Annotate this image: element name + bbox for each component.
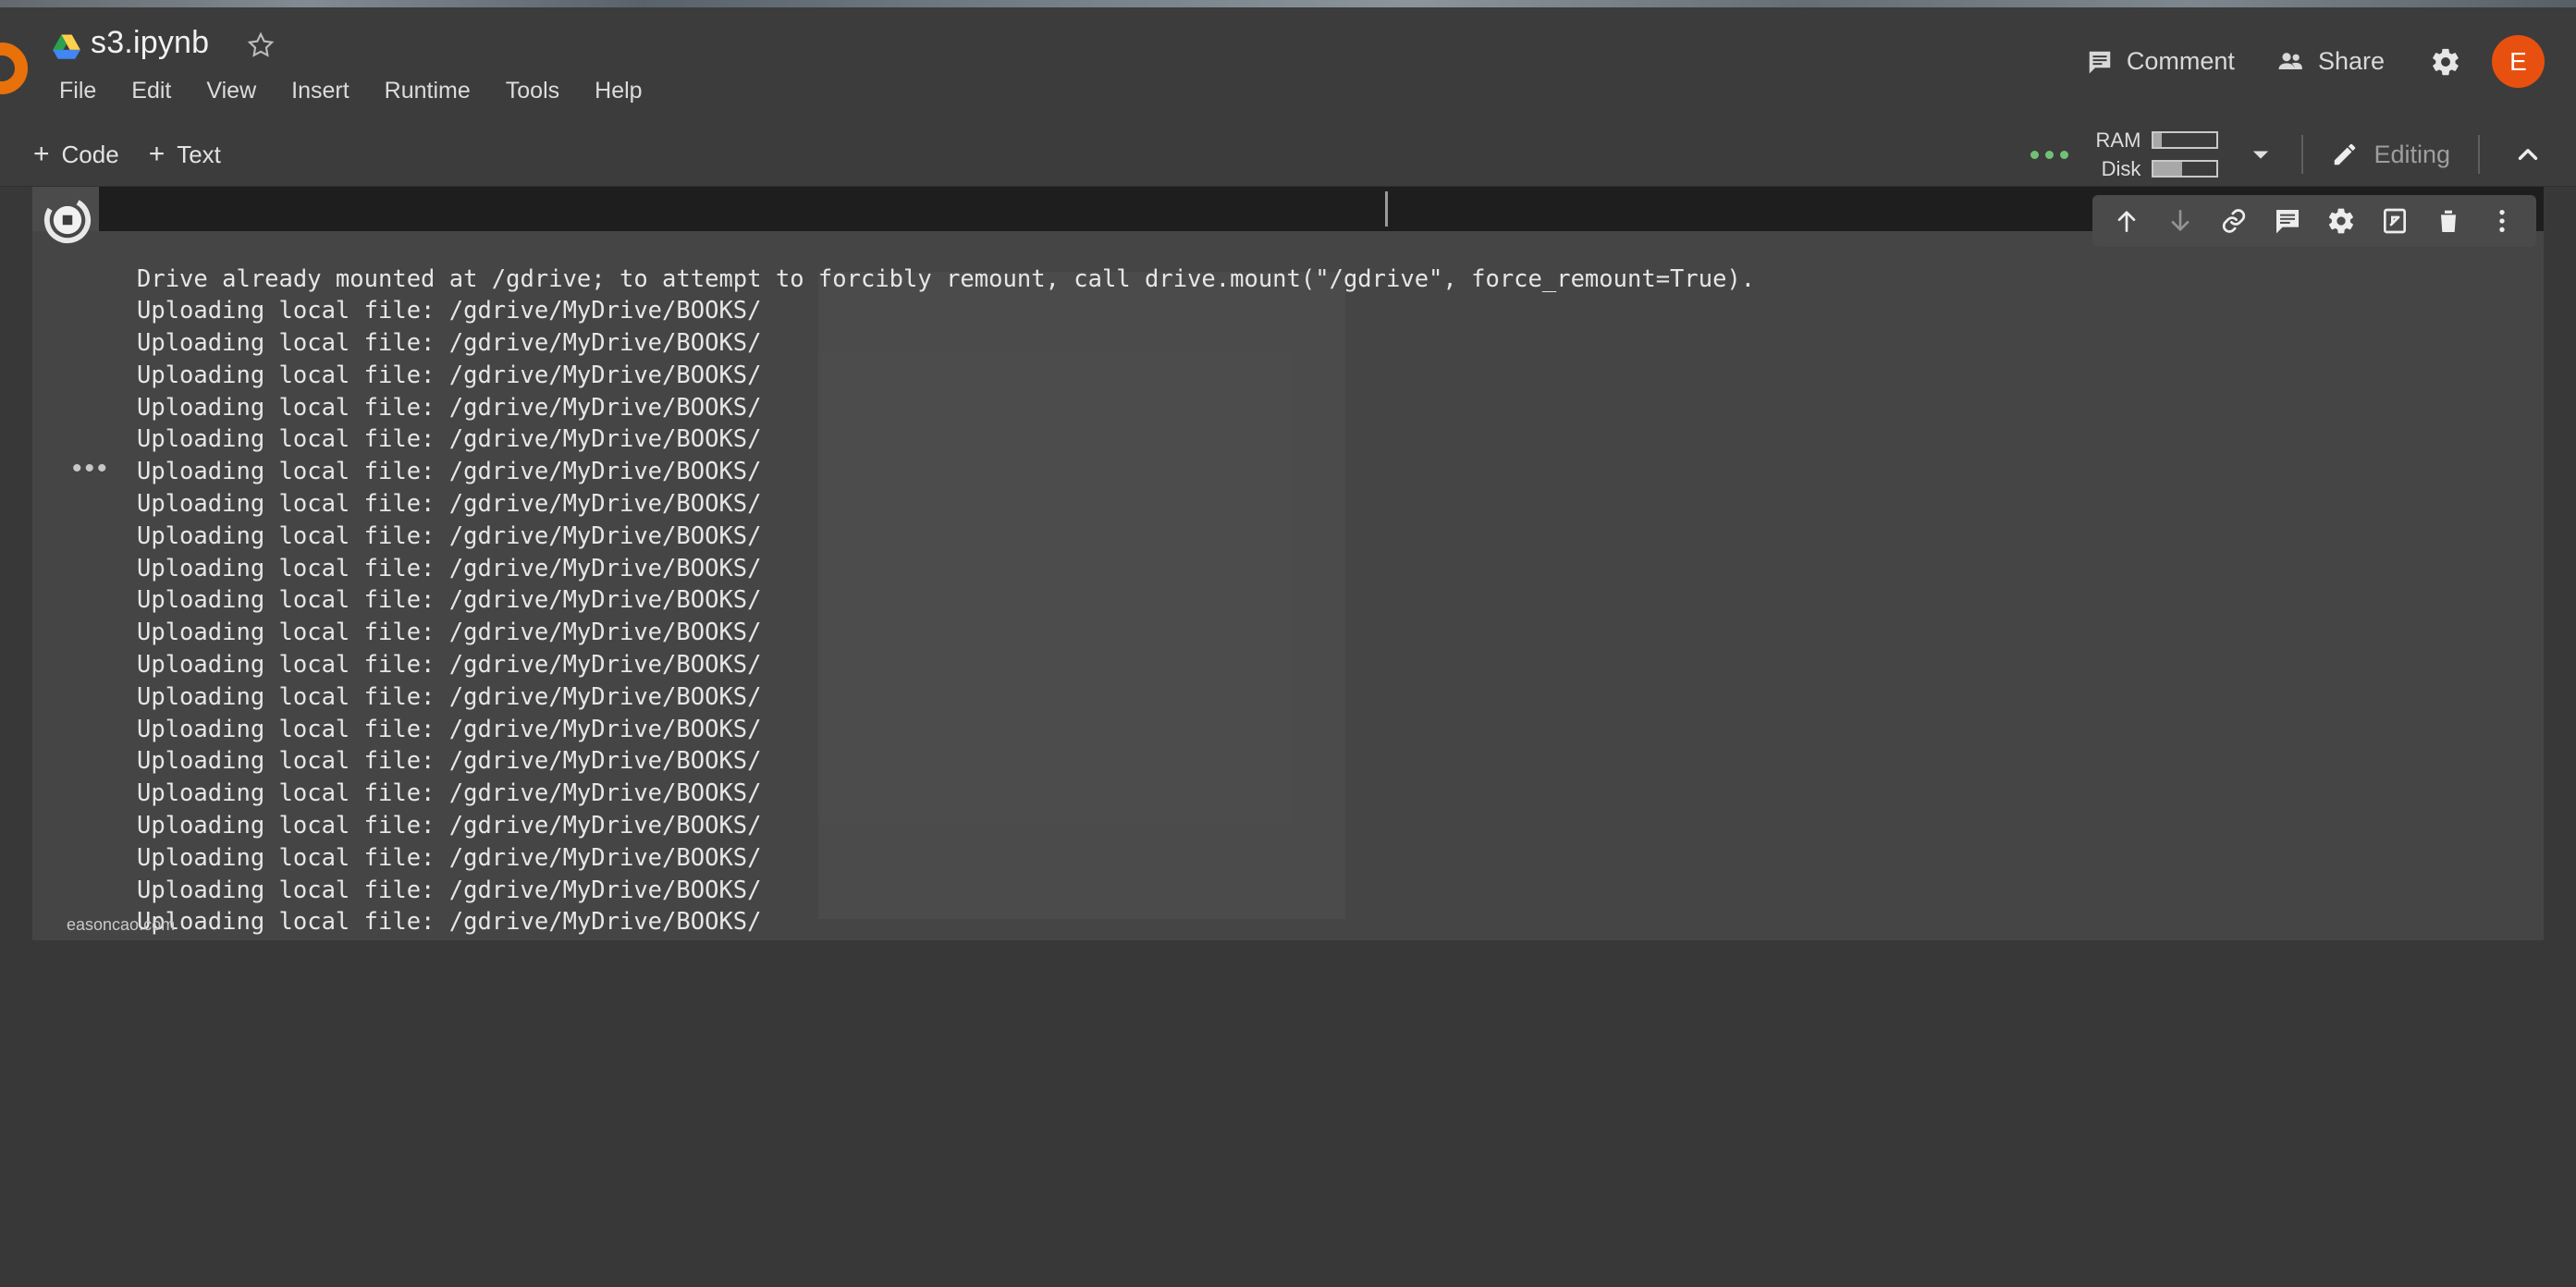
menu-item-runtime[interactable]: Runtime: [367, 74, 488, 108]
star-outline-icon[interactable]: [245, 30, 276, 61]
collapse-toolbar-button[interactable]: [2498, 129, 2558, 180]
app-header: s3.ipynb File Edit View Insert Runtime T…: [0, 7, 2576, 123]
text-cursor: [1385, 191, 1388, 227]
add-text-cell-label: Text: [177, 140, 221, 168]
menu-bar: File Edit View Insert Runtime Tools Help: [42, 74, 660, 108]
header-actions: Comment Share E: [2066, 35, 2545, 88]
watermark-label: easoncao.com: [67, 915, 176, 934]
avatar[interactable]: E: [2492, 35, 2545, 88]
output-text: Drive already mounted at /gdrive; to att…: [137, 264, 1756, 937]
stop-running-icon[interactable]: [42, 194, 93, 246]
menu-item-view[interactable]: View: [189, 74, 274, 108]
disk-label: Disk: [2101, 156, 2141, 180]
mirror-cell-icon[interactable]: [2372, 198, 2418, 244]
editing-mode-button[interactable]: Editing: [2307, 133, 2474, 177]
delete-cell-icon[interactable]: [2425, 198, 2472, 244]
link-to-cell-icon[interactable]: [2211, 198, 2257, 244]
notebook-cell: ••• Drive already mounted at /gdrive; to…: [32, 187, 2544, 940]
browser-chrome-sliver: [0, 0, 2576, 7]
comment-button-label: Comment: [2126, 47, 2235, 75]
resource-meters[interactable]: RAM Disk: [2085, 128, 2219, 181]
disk-meter: Disk: [2085, 156, 2219, 181]
chevron-down-icon[interactable]: [2248, 141, 2274, 167]
toolbar-divider: [2301, 135, 2304, 174]
pencil-icon: [2331, 141, 2359, 168]
toolbar-left-group: + Code + Text: [18, 123, 236, 186]
move-cell-up-icon[interactable]: [2104, 198, 2150, 244]
add-text-cell-button[interactable]: + Text: [134, 133, 236, 177]
cell-settings-icon[interactable]: [2318, 198, 2364, 244]
add-comment-icon[interactable]: [2264, 198, 2311, 244]
ram-label: RAM: [2095, 128, 2141, 152]
cell-more-icon[interactable]: [2479, 198, 2525, 244]
people-icon: [2275, 47, 2305, 77]
menu-item-help[interactable]: Help: [577, 74, 659, 108]
ellipsis-icon[interactable]: •••: [72, 455, 110, 483]
add-code-cell-button[interactable]: + Code: [18, 133, 134, 177]
ram-meter: RAM: [2085, 128, 2219, 153]
menu-item-tools[interactable]: Tools: [488, 74, 577, 108]
chevron-up-icon: [2512, 139, 2544, 170]
menu-item-file[interactable]: File: [42, 74, 114, 108]
add-code-cell-label: Code: [61, 140, 119, 168]
comment-icon: [2086, 48, 2114, 76]
toolbar-divider: [2478, 135, 2480, 174]
share-button[interactable]: Share: [2255, 38, 2405, 86]
move-cell-down-icon[interactable]: [2157, 198, 2203, 244]
colab-logo-icon: [0, 43, 28, 94]
editing-mode-label: Editing: [2374, 140, 2450, 168]
page-title[interactable]: s3.ipynb: [91, 25, 209, 61]
gear-icon: [2430, 46, 2461, 78]
toolbar-right-group: RAM Disk Editing: [2030, 123, 2558, 186]
cell-actions-toolbar: [2092, 195, 2536, 247]
notebook-toolbar: + Code + Text RAM Disk Editing: [0, 123, 2576, 187]
green-dots-icon: [2030, 150, 2069, 159]
share-button-label: Share: [2317, 47, 2385, 75]
google-drive-icon: [51, 33, 82, 61]
settings-button[interactable]: [2420, 36, 2472, 88]
menu-item-insert[interactable]: Insert: [274, 74, 367, 108]
plus-icon: +: [148, 139, 166, 169]
plus-icon: +: [33, 139, 50, 169]
menu-item-edit[interactable]: Edit: [114, 74, 189, 108]
comment-button[interactable]: Comment: [2066, 38, 2255, 85]
ram-bar: [2152, 131, 2219, 149]
cell-output-area: Drive already mounted at /gdrive; to att…: [32, 231, 2544, 940]
disk-bar: [2152, 160, 2219, 178]
